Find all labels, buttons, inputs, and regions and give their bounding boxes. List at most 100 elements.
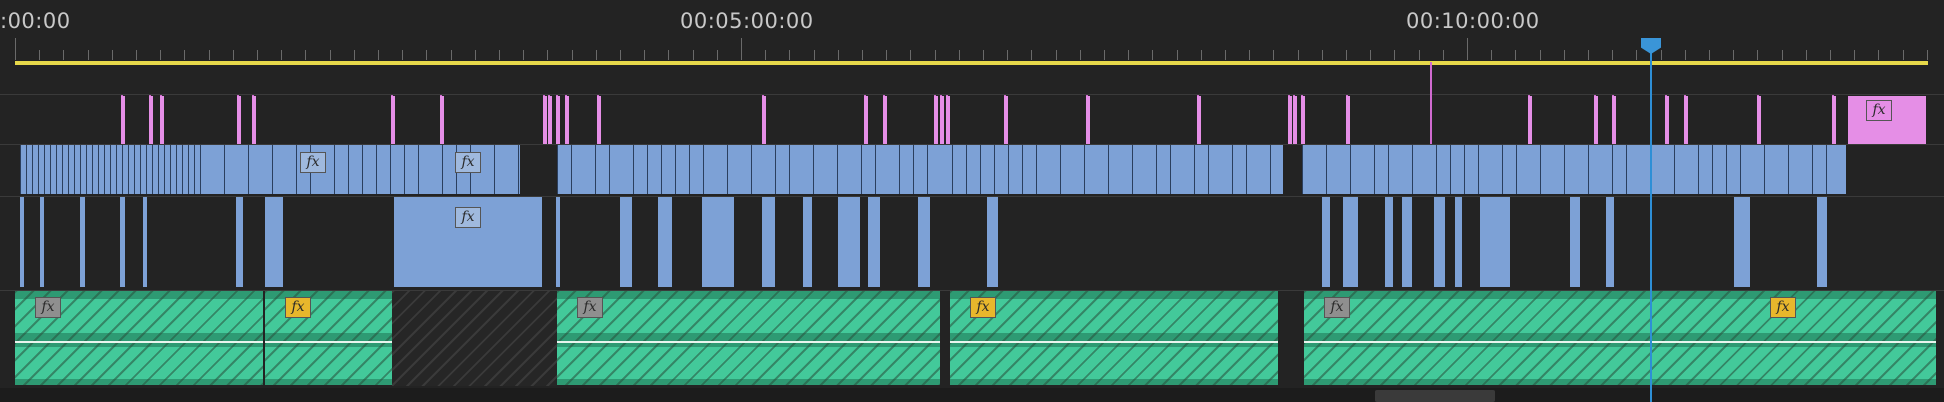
video-clip[interactable] (952, 145, 1283, 194)
ruler-tick (330, 50, 331, 60)
video-clip[interactable] (557, 145, 950, 194)
fx-badge-icon[interactable]: fx (1866, 100, 1892, 121)
video-clip[interactable] (1734, 197, 1750, 287)
video-clip[interactable] (20, 145, 520, 194)
video-clip[interactable] (1302, 145, 1846, 194)
graphic-clip[interactable] (1832, 96, 1836, 144)
graphic-clip[interactable] (1684, 96, 1688, 144)
video-clip[interactable] (40, 197, 44, 287)
fx-badge-icon[interactable]: fx (455, 152, 481, 173)
video-clip[interactable] (556, 197, 560, 287)
video-clip[interactable] (1322, 197, 1330, 287)
video-clip[interactable] (143, 197, 147, 287)
graphic-clip[interactable] (864, 96, 868, 144)
graphic-clip[interactable] (543, 96, 547, 144)
video-clip[interactable] (1480, 197, 1510, 287)
scrollbar-thumb[interactable] (1375, 390, 1495, 402)
fx-badge-icon[interactable]: fx (35, 297, 61, 318)
video-clip[interactable] (265, 197, 283, 287)
playhead-line[interactable] (1650, 48, 1652, 402)
audio-clip[interactable]: fx (950, 291, 1278, 385)
video-clip[interactable] (702, 197, 734, 287)
audio-clip[interactable]: fx (1304, 291, 1936, 385)
graphic-clip[interactable] (556, 96, 560, 144)
time-ruler[interactable]: :00:00 00:05:00:00 00:10:00:00 (0, 0, 1944, 70)
graphic-clip[interactable] (391, 96, 395, 144)
graphic-clip[interactable] (1528, 96, 1532, 144)
graphic-clip[interactable] (1757, 96, 1761, 144)
graphic-clip[interactable] (1301, 96, 1305, 144)
graphic-clip[interactable] (940, 96, 944, 144)
audio-clip[interactable]: fx (265, 291, 392, 385)
video-clip[interactable] (868, 197, 880, 287)
video-clip[interactable] (620, 197, 632, 287)
clip-edit-line (1170, 145, 1171, 194)
graphic-clip[interactable] (1293, 96, 1297, 144)
video-clip[interactable] (1434, 197, 1445, 287)
graphic-clip[interactable] (548, 96, 552, 144)
audio-track-1[interactable]: fx fx fx fx fx fx (0, 291, 1944, 386)
ruler-tick (136, 50, 137, 60)
fx-badge-icon[interactable]: fx (577, 297, 603, 318)
graphic-clip[interactable] (237, 96, 241, 144)
video-track-2[interactable]: fx fx (0, 145, 1944, 195)
fx-badge-icon[interactable]: fx (1770, 297, 1796, 318)
audio-clip[interactable]: fx (557, 291, 940, 385)
graphic-clip[interactable] (1288, 96, 1292, 144)
marker-line (1430, 62, 1432, 144)
ruler-tick (1757, 50, 1758, 60)
sequence-timeline[interactable]: :00:00 00:05:00:00 00:10:00:00 fx fx fx … (0, 0, 1944, 402)
horizontal-scrollbar[interactable] (0, 388, 1944, 402)
video-clip[interactable] (120, 197, 125, 287)
graphic-clip[interactable] (1004, 96, 1008, 144)
graphic-clip[interactable] (1594, 96, 1598, 144)
graphic-clip[interactable] (946, 96, 950, 144)
video-clip[interactable] (80, 197, 85, 287)
graphic-clip[interactable] (883, 96, 887, 144)
video-clip[interactable] (1343, 197, 1358, 287)
video-clip[interactable] (762, 197, 775, 287)
audio-clip[interactable]: fx (15, 291, 263, 385)
video-clip[interactable] (1817, 197, 1827, 287)
fx-badge-icon[interactable]: fx (455, 207, 481, 228)
video-clip[interactable] (658, 197, 672, 287)
graphic-clip[interactable] (160, 96, 164, 144)
graphic-clip[interactable] (1197, 96, 1201, 144)
video-clip[interactable] (803, 197, 812, 287)
graphic-clip[interactable] (1346, 96, 1350, 144)
graphic-clip[interactable] (934, 96, 938, 144)
video-clip[interactable] (1385, 197, 1393, 287)
graphic-clip[interactable] (1665, 96, 1669, 144)
video-clip[interactable] (236, 197, 243, 287)
video-track-3[interactable]: fx (0, 95, 1944, 144)
video-clip[interactable] (20, 197, 24, 287)
fx-badge-icon[interactable]: fx (300, 152, 326, 173)
video-clip[interactable] (838, 197, 860, 287)
fx-badge-icon[interactable]: fx (1324, 297, 1350, 318)
graphic-clip[interactable] (149, 96, 153, 144)
graphic-clip[interactable] (1086, 96, 1090, 144)
video-clip[interactable] (1606, 197, 1614, 287)
video-clip[interactable] (1455, 197, 1462, 287)
graphic-clip[interactable] (1612, 96, 1616, 144)
graphic-clip[interactable] (252, 96, 256, 144)
graphic-clip[interactable] (762, 96, 766, 144)
clip-edit-line (376, 145, 377, 194)
fx-badge-icon[interactable]: fx (285, 297, 311, 318)
video-clip[interactable] (918, 197, 930, 287)
graphic-clip[interactable] (440, 96, 444, 144)
clip-edit-line (44, 145, 45, 194)
clip-edit-line (927, 145, 928, 194)
video-clip[interactable] (987, 197, 998, 287)
graphic-clip[interactable] (565, 96, 569, 144)
graphic-clip[interactable] (121, 96, 125, 144)
markers-track (0, 65, 1944, 94)
ruler-tick (1491, 50, 1492, 60)
graphic-clip[interactable]: fx (1848, 96, 1926, 144)
video-track-1[interactable]: fx (0, 197, 1944, 289)
fx-badge-icon[interactable]: fx (970, 297, 996, 318)
video-clip[interactable] (1402, 197, 1412, 287)
clip-edit-line (104, 145, 105, 194)
video-clip[interactable] (1570, 197, 1580, 287)
graphic-clip[interactable] (597, 96, 601, 144)
